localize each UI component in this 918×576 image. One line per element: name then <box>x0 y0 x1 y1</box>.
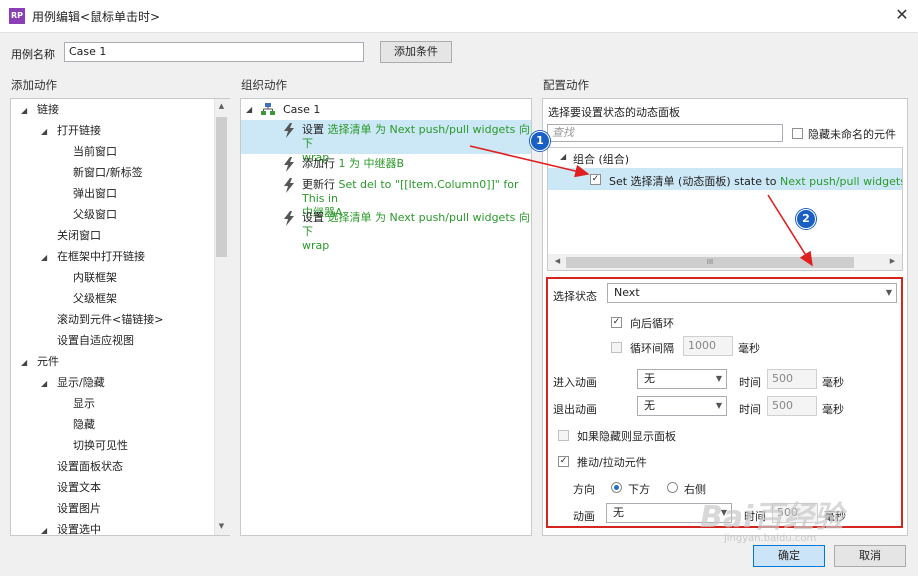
baidu-watermark: Bai百经验 <box>700 500 844 535</box>
annotation-badge-2: 2 <box>796 209 816 229</box>
baidu-watermark-url: jingyan.baidu.com <box>724 533 817 544</box>
annotation-arrows <box>469 145 813 267</box>
annotation-badge-1: 1 <box>530 131 550 151</box>
